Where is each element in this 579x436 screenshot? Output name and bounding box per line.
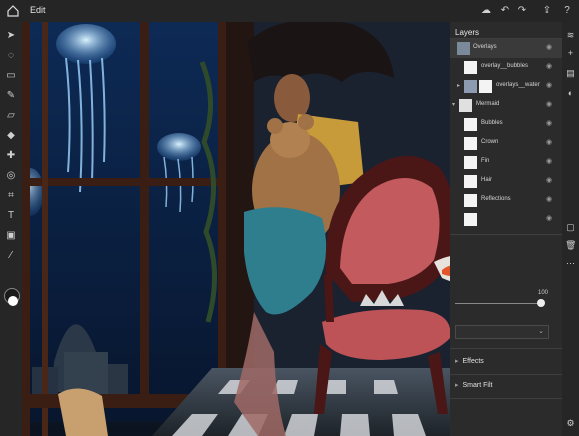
image-icon[interactable]: ▣ bbox=[5, 230, 17, 242]
panel-divider bbox=[450, 398, 562, 399]
panel-switcher-bar: ≋ + ▤ ◐ ▢ 🗑 ⋯ ⚙ bbox=[562, 22, 579, 436]
expand-chevron-icon[interactable]: ▾ bbox=[452, 101, 455, 108]
settings-icon[interactable]: ⚙ bbox=[565, 418, 576, 429]
layer-row-overlays[interactable]: Overlays ◉ bbox=[450, 39, 562, 58]
clone-icon[interactable]: ◎ bbox=[5, 170, 17, 182]
layer-row-hair[interactable]: Hair ◉ bbox=[450, 172, 562, 191]
layer-thumbnail bbox=[457, 42, 470, 55]
layer-row[interactable]: ◉ bbox=[450, 210, 562, 229]
visibility-eye-icon[interactable]: ◉ bbox=[546, 82, 554, 90]
layer-thumbnail bbox=[464, 118, 477, 131]
expand-chevron-icon: ▸ bbox=[455, 358, 459, 365]
edit-menu[interactable]: Edit bbox=[30, 5, 46, 15]
redo-icon[interactable]: ↷ bbox=[516, 5, 528, 17]
layer-name: Bubbles bbox=[481, 120, 503, 126]
cloud-icon[interactable]: ☁ bbox=[480, 5, 492, 17]
selection-icon[interactable]: ▭ bbox=[5, 70, 17, 82]
layer-thumbnail bbox=[464, 80, 477, 93]
visibility-eye-icon[interactable]: ◉ bbox=[546, 215, 554, 223]
layer-name: Overlays bbox=[473, 44, 497, 50]
visibility-eye-icon[interactable]: ◉ bbox=[546, 101, 554, 109]
healing-icon[interactable]: ✚ bbox=[5, 150, 17, 162]
smart-filters-section[interactable]: ▸ Smart Filt bbox=[455, 381, 492, 389]
layer-name: Crown bbox=[481, 139, 499, 145]
layer-name: overlays__water bbox=[496, 82, 540, 88]
blend-mode-select[interactable]: ⌄ bbox=[455, 325, 549, 339]
more-options-icon[interactable]: ⋯ bbox=[565, 258, 576, 269]
layer-row-overlays-water[interactable]: ▸ overlays__water ◉ bbox=[450, 77, 562, 96]
visibility-eye-icon[interactable]: ◉ bbox=[546, 44, 554, 52]
layer-thumbnail bbox=[464, 194, 477, 207]
eyedropper-icon[interactable]: ⁄ bbox=[5, 250, 17, 262]
opacity-slider-track[interactable] bbox=[455, 303, 541, 304]
tools-panel: ➤ ◌ ▭ ✎ ▱ ◆ ✚ ◎ ⌗ T ▣ ⁄ bbox=[0, 22, 22, 436]
crop-icon[interactable]: ⌗ bbox=[5, 190, 17, 202]
visibility-eye-icon[interactable]: ◉ bbox=[546, 158, 554, 166]
secondary-color-swatch[interactable] bbox=[8, 296, 18, 306]
layer-row-reflections[interactable]: Reflections ◉ bbox=[450, 191, 562, 210]
panel-divider bbox=[450, 234, 562, 235]
visibility-eye-icon[interactable]: ◉ bbox=[546, 196, 554, 204]
section-label: Effects bbox=[462, 358, 484, 365]
top-bar: Edit ☁ ↶ ↷ ⇪ ? bbox=[0, 0, 579, 22]
visibility-eye-icon[interactable]: ◉ bbox=[546, 177, 554, 185]
panel-divider bbox=[450, 374, 562, 375]
layer-row-fin[interactable]: Fin ◉ bbox=[450, 153, 562, 172]
opacity-slider-handle[interactable] bbox=[537, 299, 545, 307]
type-icon[interactable]: T bbox=[5, 210, 17, 222]
section-label: Smart Filt bbox=[462, 382, 493, 389]
panel-divider bbox=[450, 348, 562, 349]
layer-thumbnail bbox=[464, 156, 477, 169]
help-icon[interactable]: ? bbox=[561, 5, 573, 17]
effects-section[interactable]: ▸ Effects bbox=[455, 357, 484, 365]
delete-icon[interactable]: 🗑 bbox=[565, 240, 576, 251]
canvas-artwork bbox=[22, 22, 450, 436]
layer-name: Fin bbox=[481, 158, 490, 164]
visibility-eye-icon[interactable]: ◉ bbox=[546, 120, 554, 128]
visibility-eye-icon[interactable]: ◉ bbox=[546, 63, 554, 71]
layers-icon[interactable]: ≋ bbox=[565, 30, 576, 41]
layer-name: overlay__bubbles bbox=[481, 63, 529, 69]
layer-name: Hair bbox=[481, 177, 493, 183]
visibility-eye-icon[interactable]: ◉ bbox=[546, 139, 554, 147]
undo-icon[interactable]: ↶ bbox=[499, 5, 511, 17]
layer-row-overlay-bubbles[interactable]: overlay__bubbles ◉ bbox=[450, 58, 562, 77]
fill-icon[interactable]: ◆ bbox=[5, 130, 17, 142]
layer-thumbnail bbox=[464, 175, 477, 188]
layer-properties-icon[interactable]: ▤ bbox=[565, 68, 576, 79]
share-icon[interactable]: ⇪ bbox=[541, 5, 553, 17]
chevron-down-icon: ⌄ bbox=[538, 328, 544, 335]
add-layer-icon[interactable]: + bbox=[565, 48, 576, 59]
eraser-icon[interactable]: ▱ bbox=[5, 110, 17, 122]
layer-row-mermaid[interactable]: ▾ Mermaid ◉ bbox=[450, 96, 562, 115]
document-canvas[interactable] bbox=[22, 22, 450, 436]
layer-name: Mermaid bbox=[476, 101, 500, 107]
layer-thumbnail bbox=[464, 137, 477, 150]
expand-chevron-icon[interactable]: ▸ bbox=[457, 82, 460, 89]
layers-panel-title: Layers bbox=[455, 28, 480, 37]
mask-icon[interactable]: ▢ bbox=[565, 222, 576, 233]
adjustments-icon[interactable]: ◐ bbox=[565, 88, 576, 99]
layer-thumbnail bbox=[464, 213, 477, 226]
move-tool-icon[interactable]: ➤ bbox=[5, 30, 17, 42]
layer-thumbnail bbox=[464, 61, 477, 74]
opacity-value: 100 bbox=[538, 290, 549, 296]
layer-row-bubbles[interactable]: Bubbles ◉ bbox=[450, 115, 562, 134]
layer-mask-thumbnail bbox=[479, 80, 492, 93]
layers-panel: Layers Overlays ◉ overlay__bubbles ◉ ▸ o… bbox=[450, 22, 562, 436]
layer-thumbnail bbox=[459, 99, 472, 112]
layer-name: Reflections bbox=[481, 196, 511, 202]
layer-row-crown[interactable]: Crown ◉ bbox=[450, 134, 562, 153]
expand-chevron-icon: ▸ bbox=[455, 382, 459, 389]
brush-icon[interactable]: ✎ bbox=[5, 90, 17, 102]
lasso-icon[interactable]: ◌ bbox=[5, 50, 17, 62]
home-icon[interactable] bbox=[6, 4, 20, 18]
